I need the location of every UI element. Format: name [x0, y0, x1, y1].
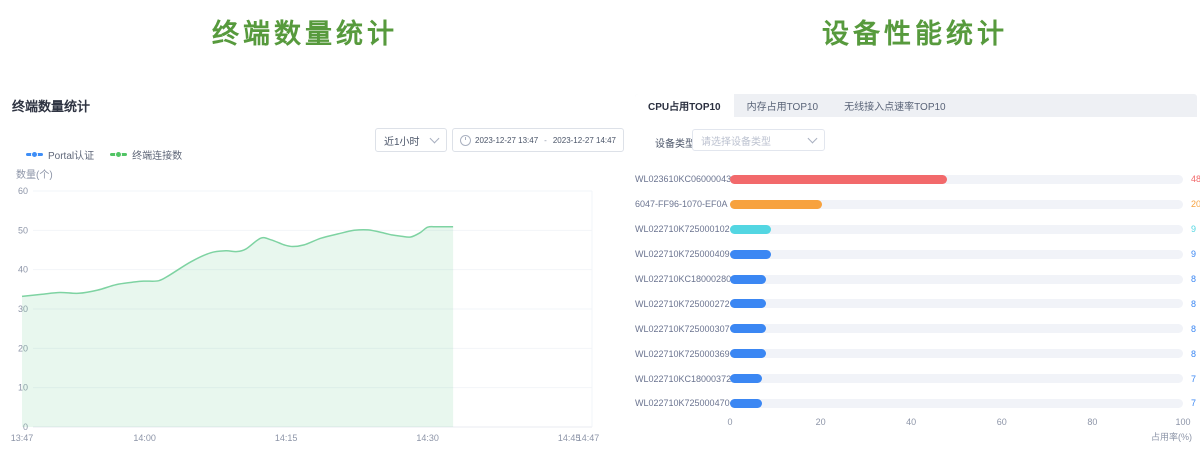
bar-value-label: 9 — [1191, 224, 1196, 234]
bar-value-label: 9 — [1191, 249, 1196, 259]
y-tick-label: 50 — [18, 225, 28, 235]
x-tick-label: 14:15 — [275, 433, 298, 443]
x-tick-label: 14:00 — [133, 433, 156, 443]
device-type-label: 设备类型 — [655, 135, 695, 150]
left-panel-title: 终端数量统计 — [0, 12, 610, 51]
bar-value-label: 7 — [1191, 374, 1196, 384]
bar — [730, 200, 822, 209]
date-range-end: 2023-12-27 14:47 — [553, 136, 616, 145]
bar-row: WL022710KC180003727 — [635, 366, 1192, 391]
terminal-count-header: 终端数量统计 — [12, 96, 90, 115]
bar-value-label: 8 — [1191, 324, 1196, 334]
x-tick-label: 0 — [727, 417, 732, 427]
time-controls: 近1小时 2023-12-27 13:47 - 2023-12-27 14:47 — [375, 128, 624, 152]
tab[interactable]: 无线接入点速率TOP10 — [831, 94, 959, 117]
x-tick-label: 14:47 — [577, 433, 600, 443]
bar — [730, 225, 771, 234]
bar — [730, 275, 766, 284]
bar — [730, 324, 766, 333]
bar-row: WL022710K7250004707 — [635, 391, 1192, 416]
clock-icon — [460, 135, 471, 146]
bar-row: WL022710K7250003078 — [635, 316, 1192, 341]
bar-track — [730, 349, 1183, 358]
bar-track — [730, 200, 1183, 209]
bar-category-label: WL022710KC18000372 — [635, 374, 727, 384]
bar-track — [730, 250, 1183, 259]
legend-label: 终端连接数 — [132, 147, 182, 162]
bar-category-label: WL022710K725000307 — [635, 324, 727, 334]
bar-value-label: 20.3 — [1191, 199, 1200, 209]
chevron-down-icon — [430, 134, 440, 144]
dashboard: 终端数量统计 设备性能统计 终端数量统计 近1小时 2023-12-27 13:… — [0, 0, 1200, 456]
chevron-down-icon — [808, 134, 818, 144]
bar-category-label: 6047-FF96-1070-EF0A — [635, 199, 727, 209]
tab[interactable]: 内存占用TOP10 — [734, 94, 832, 117]
bar-track — [730, 374, 1183, 383]
x-tick-label: 60 — [997, 417, 1007, 427]
date-range-separator: - — [542, 136, 549, 145]
time-range-select[interactable]: 近1小时 — [375, 128, 447, 152]
bar-row: WL022710KC180002808 — [635, 267, 1192, 292]
bar — [730, 250, 771, 259]
series-area — [22, 227, 453, 427]
bar-track — [730, 275, 1183, 284]
x-tick-label: 40 — [906, 417, 916, 427]
bar-category-label: WL022710K725000470 — [635, 398, 727, 408]
bar-row: WL023610KC0600004348 — [635, 167, 1192, 192]
bar-row: WL022710K7250002728 — [635, 291, 1192, 316]
right-panel-title: 设备性能统计 — [630, 12, 1200, 51]
x-tick-label: 100 — [1175, 417, 1190, 427]
bar-value-label: 8 — [1191, 299, 1196, 309]
bar-value-label: 8 — [1191, 274, 1196, 284]
time-range-value: 近1小时 — [384, 133, 420, 148]
bar-category-label: WL022710KC18000280 — [635, 274, 727, 284]
legend-label: Portal认证 — [48, 147, 94, 162]
bar-category-label: WL022710K725000272 — [635, 299, 727, 309]
bar-category-label: WL023610KC06000043 — [635, 174, 727, 184]
legend-marker-icon — [110, 153, 127, 156]
date-range-picker[interactable]: 2023-12-27 13:47 - 2023-12-27 14:47 — [452, 128, 624, 152]
y-tick-label: 60 — [18, 186, 28, 196]
date-range-start: 2023-12-27 13:47 — [475, 136, 538, 145]
bar-x-axis-title: 占用率(%) — [1120, 430, 1192, 443]
bar — [730, 349, 766, 358]
bar-track — [730, 299, 1183, 308]
bar-track — [730, 399, 1183, 408]
bar-category-label: WL022710K725000409 — [635, 249, 727, 259]
bar-track — [730, 225, 1183, 234]
bar-row: WL022710K7250003698 — [635, 341, 1192, 366]
bar-x-axis: 020406080100 — [730, 417, 1183, 429]
bar — [730, 399, 762, 408]
x-tick-label: 80 — [1087, 417, 1097, 427]
legend-item-terminal-connections[interactable]: 终端连接数 — [110, 147, 182, 162]
y-tick-label: 40 — [18, 265, 28, 275]
bar-value-label: 8 — [1191, 349, 1196, 359]
device-type-select[interactable]: 请选择设备类型 — [692, 129, 825, 151]
bar — [730, 299, 766, 308]
terminal-count-chart: 010203040506013:4714:0014:1514:3014:4514… — [0, 183, 610, 456]
bar-row: 6047-FF96-1070-EF0A20.3 — [635, 192, 1192, 217]
bar — [730, 175, 947, 184]
tab-strip: CPU占用TOP10内存占用TOP10无线接入点速率TOP10 — [635, 94, 1197, 117]
bar-track — [730, 175, 1183, 184]
bar-value-label: 7 — [1191, 398, 1196, 408]
legend-marker-icon — [26, 153, 43, 156]
x-tick-label: 14:30 — [416, 433, 439, 443]
chart-legend: Portal认证 终端连接数 — [26, 147, 182, 162]
y-axis-title: 数量(个) — [16, 166, 53, 181]
legend-item-portal[interactable]: Portal认证 — [26, 147, 94, 162]
tab[interactable]: CPU占用TOP10 — [635, 94, 734, 117]
device-type-placeholder: 请选择设备类型 — [701, 133, 771, 148]
bar-row: WL022710K7250004099 — [635, 242, 1192, 267]
bar-value-label: 48 — [1191, 174, 1200, 184]
bar-category-label: WL022710K725000369 — [635, 349, 727, 359]
cpu-top10-bar-chart: WL023610KC06000043486047-FF96-1070-EF0A2… — [635, 167, 1192, 416]
bar-row: WL022710K7250001029 — [635, 217, 1192, 242]
bar-category-label: WL022710K725000102 — [635, 224, 727, 234]
x-tick-label: 13:47 — [11, 433, 34, 443]
x-tick-label: 20 — [816, 417, 826, 427]
bar — [730, 374, 762, 383]
bar-track — [730, 324, 1183, 333]
